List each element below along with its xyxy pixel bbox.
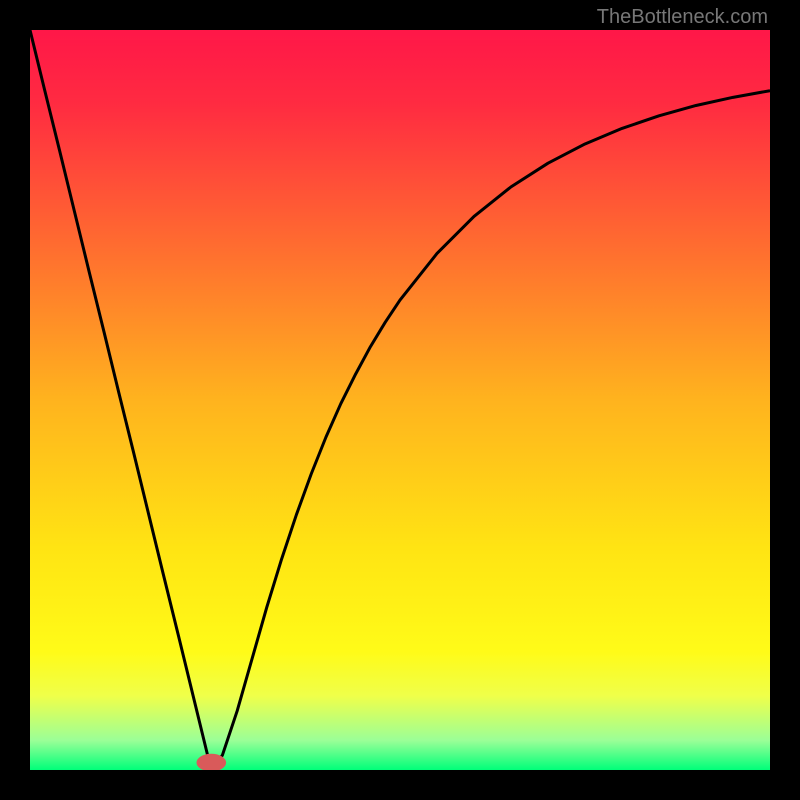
chart-background bbox=[30, 30, 770, 770]
attribution-text: TheBottleneck.com bbox=[597, 6, 768, 29]
chart-frame: TheBottleneck.com bbox=[0, 0, 800, 800]
bottleneck-chart bbox=[30, 30, 770, 770]
